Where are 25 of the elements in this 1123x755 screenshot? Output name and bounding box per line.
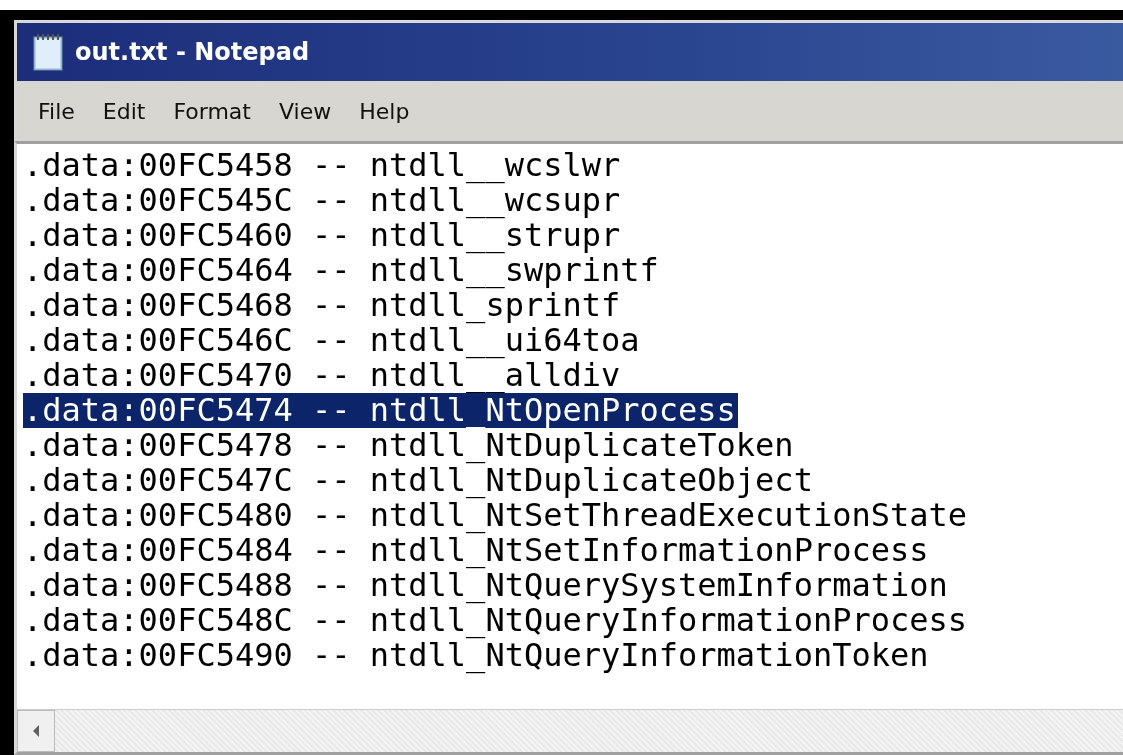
left-arrow-icon [31, 724, 41, 738]
menu-item[interactable]: Edit [102, 98, 146, 124]
menu-item[interactable]: File [38, 98, 75, 124]
text-line: .data:00FC546C -- ntdll__ui64toa [23, 323, 641, 358]
text-line: .data:00FC5484 -- ntdll_NtSetInformationProcess [23, 533, 929, 568]
text-line: .data:00FC5488 -- ntdll_NtQuerySystemInformation [23, 568, 949, 603]
text-area[interactable] [14, 141, 1123, 755]
window-title: out.txt - Notepad [75, 38, 310, 66]
text-line: .data:00FC5478 -- ntdll_NtDuplicateToken [23, 428, 795, 463]
text-line: .data:00FC5458 -- ntdll__wcslwr [23, 148, 622, 183]
menu-item[interactable]: View [278, 98, 332, 124]
text-line: .data:00FC545C -- ntdll__wcsupr [23, 183, 622, 218]
text-line: .data:00FC5470 -- ntdll__alldiv [23, 358, 621, 393]
text-line: .data:00FC5468 -- ntdll_sprintf [23, 288, 621, 323]
text-line: .data:00FC5460 -- ntdll__strupr [23, 218, 622, 253]
text-line: .data:00FC5490 -- ntdll_NtQueryInformationToken [23, 638, 929, 673]
text-line: .data:00FC548C -- ntdll_NtQueryInformationProcess [23, 603, 968, 638]
scroll-left-button[interactable] [17, 710, 55, 752]
notepad-icon [31, 32, 65, 72]
horizontal-scrollbar[interactable] [17, 709, 1123, 752]
text-line: .data:00FC5464 -- ntdll__swprintf [23, 253, 660, 288]
text-line: .data:00FC547C -- ntdll_NtDuplicateObject [23, 463, 814, 498]
menu-item[interactable]: Format [173, 98, 251, 124]
menu-item[interactable]: Help [359, 98, 410, 124]
text-line: .data:00FC5480 -- ntdll_NtSetThreadExecutionState [23, 498, 968, 533]
